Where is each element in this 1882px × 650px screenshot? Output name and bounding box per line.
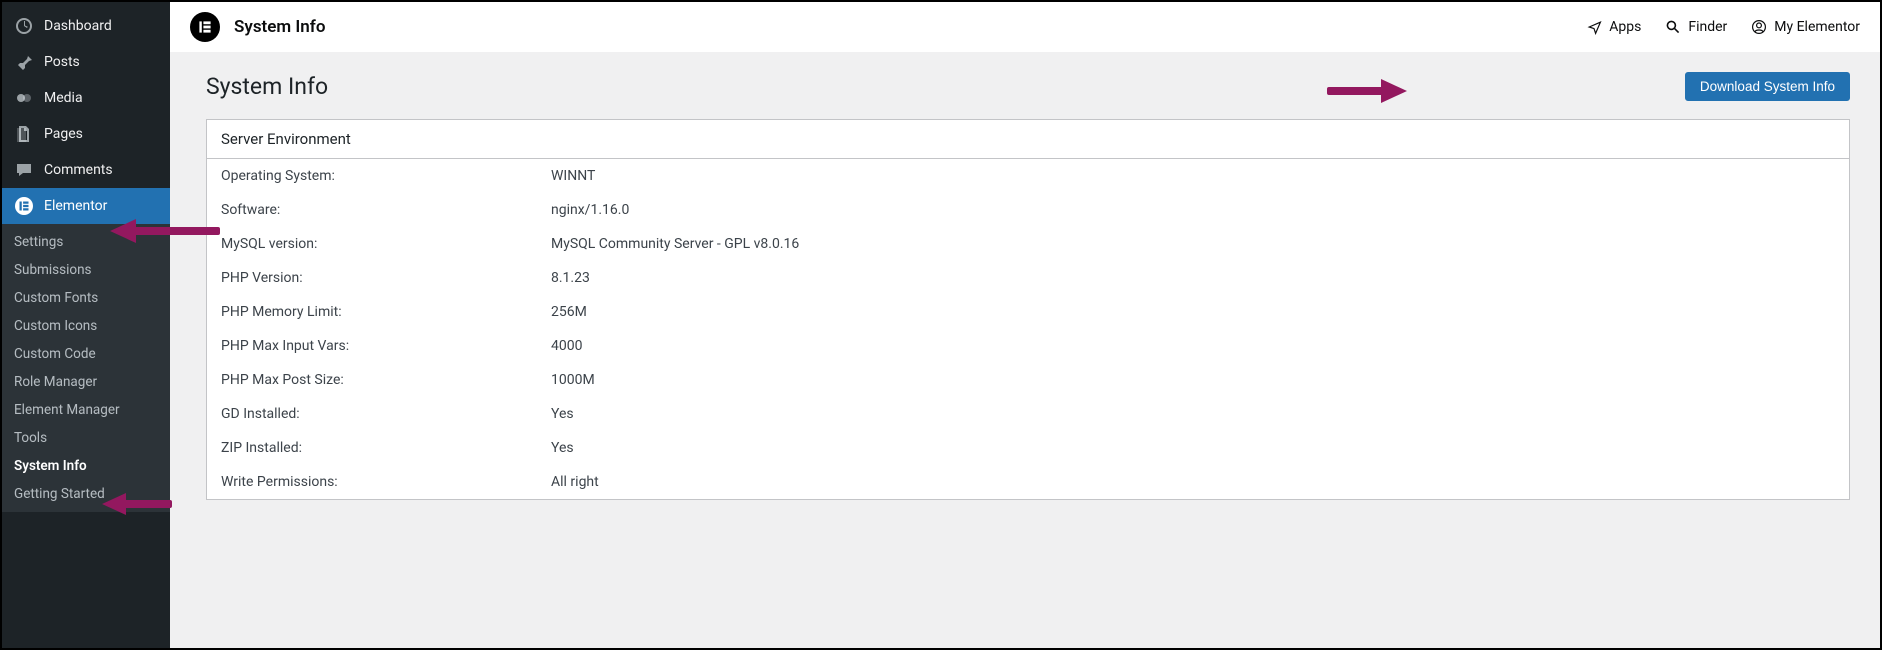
info-value: MySQL Community Server - GPL v8.0.16 — [551, 236, 799, 252]
info-label: ZIP Installed: — [221, 440, 551, 456]
download-system-info-button[interactable]: Download System Info — [1685, 72, 1850, 101]
admin-sidebar: Dashboard Posts Media Pages Comments — [2, 2, 170, 648]
page-heading: System Info — [206, 73, 328, 100]
sidebar-item-label: Elementor — [44, 198, 107, 214]
panel-title: Server Environment — [207, 120, 1849, 159]
info-table: Operating System:WINNT Software:nginx/1.… — [207, 159, 1849, 499]
topbar-apps[interactable]: Apps — [1586, 19, 1641, 35]
media-icon — [14, 88, 34, 108]
sidebar-submenu: Settings Submissions Custom Fonts Custom… — [2, 224, 170, 512]
info-value: Yes — [551, 406, 574, 422]
sidebar-sub-tools[interactable]: Tools — [2, 424, 170, 452]
sidebar-item-dashboard[interactable]: Dashboard — [2, 8, 170, 44]
info-label: Write Permissions: — [221, 474, 551, 490]
topbar: System Info Apps Finder — [170, 2, 1880, 52]
info-row: Write Permissions:All right — [207, 465, 1849, 499]
user-icon — [1751, 19, 1767, 35]
info-row: Operating System:WINNT — [207, 159, 1849, 193]
topbar-my-elementor[interactable]: My Elementor — [1751, 19, 1860, 35]
search-icon — [1665, 19, 1681, 35]
topbar-title: System Info — [234, 17, 325, 37]
info-label: PHP Version: — [221, 270, 551, 286]
sidebar-sub-system-info[interactable]: System Info — [2, 452, 170, 480]
page-header: System Info Download System Info — [206, 72, 1850, 101]
info-label: Software: — [221, 202, 551, 218]
sidebar-sub-role-manager[interactable]: Role Manager — [2, 368, 170, 396]
topbar-link-label: Apps — [1609, 19, 1641, 35]
comments-icon — [14, 160, 34, 180]
sidebar-sub-custom-code[interactable]: Custom Code — [2, 340, 170, 368]
info-label: MySQL version: — [221, 236, 551, 252]
info-row: ZIP Installed:Yes — [207, 431, 1849, 465]
topbar-link-label: My Elementor — [1774, 19, 1860, 35]
info-value: 4000 — [551, 338, 582, 354]
topbar-finder[interactable]: Finder — [1665, 19, 1727, 35]
sidebar-item-posts[interactable]: Posts — [2, 44, 170, 80]
info-value: 8.1.23 — [551, 270, 590, 286]
info-row: PHP Memory Limit:256M — [207, 295, 1849, 329]
info-label: GD Installed: — [221, 406, 551, 422]
elementor-logo-icon — [190, 12, 220, 42]
info-value: All right — [551, 474, 599, 490]
apps-icon — [1586, 19, 1602, 35]
info-row: Software:nginx/1.16.0 — [207, 193, 1849, 227]
info-value: nginx/1.16.0 — [551, 202, 629, 218]
topbar-link-label: Finder — [1688, 19, 1727, 35]
sidebar-item-label: Comments — [44, 162, 113, 178]
sidebar-item-label: Dashboard — [44, 18, 112, 34]
sidebar-item-comments[interactable]: Comments — [2, 152, 170, 188]
info-label: Operating System: — [221, 168, 551, 184]
info-row: PHP Max Post Size:1000M — [207, 363, 1849, 397]
main-content: System Info Apps Finder — [170, 2, 1880, 648]
server-environment-panel: Server Environment Operating System:WINN… — [206, 119, 1850, 500]
sidebar-item-label: Media — [44, 90, 83, 106]
sidebar-sub-getting-started[interactable]: Getting Started — [2, 480, 170, 508]
pin-icon — [14, 52, 34, 72]
sidebar-sub-custom-icons[interactable]: Custom Icons — [2, 312, 170, 340]
sidebar-item-label: Posts — [44, 54, 80, 70]
sidebar-item-label: Pages — [44, 126, 83, 142]
info-row: GD Installed:Yes — [207, 397, 1849, 431]
info-row: PHP Max Input Vars:4000 — [207, 329, 1849, 363]
sidebar-item-media[interactable]: Media — [2, 80, 170, 116]
sidebar-sub-submissions[interactable]: Submissions — [2, 256, 170, 284]
info-row: PHP Version:8.1.23 — [207, 261, 1849, 295]
info-label: PHP Max Input Vars: — [221, 338, 551, 354]
info-value: 1000M — [551, 372, 595, 388]
info-value: 256M — [551, 304, 587, 320]
info-label: PHP Memory Limit: — [221, 304, 551, 320]
sidebar-sub-element-manager[interactable]: Element Manager — [2, 396, 170, 424]
pages-icon — [14, 124, 34, 144]
info-label: PHP Max Post Size: — [221, 372, 551, 388]
dashboard-icon — [14, 16, 34, 36]
info-value: Yes — [551, 440, 574, 456]
sidebar-sub-settings[interactable]: Settings — [2, 228, 170, 256]
info-row: MySQL version:MySQL Community Server - G… — [207, 227, 1849, 261]
elementor-icon — [14, 196, 34, 216]
sidebar-item-pages[interactable]: Pages — [2, 116, 170, 152]
sidebar-sub-custom-fonts[interactable]: Custom Fonts — [2, 284, 170, 312]
info-value: WINNT — [551, 168, 595, 184]
sidebar-item-elementor[interactable]: Elementor — [2, 188, 170, 224]
